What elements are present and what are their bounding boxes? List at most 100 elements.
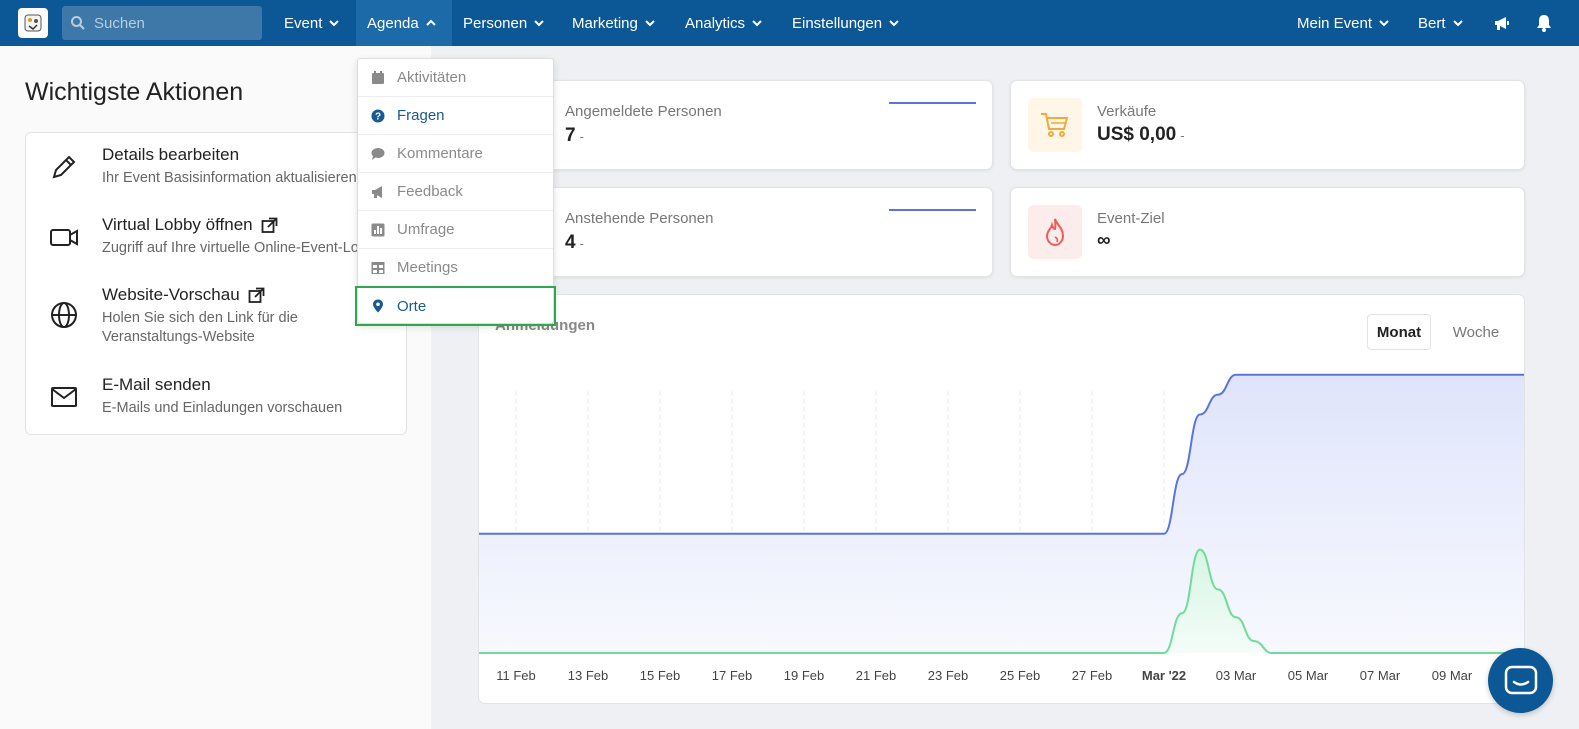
stat-card-goal[interactable]: Event-Ziel ∞ — [1010, 187, 1525, 277]
announcements-button[interactable] — [1485, 0, 1519, 46]
action-title-text: E-Mail senden — [102, 375, 211, 394]
action-title: Details bearbeiten — [102, 145, 239, 165]
x-tick-label: 19 Feb — [784, 668, 824, 683]
stat-trend: - — [579, 129, 584, 144]
stat-card-registered[interactable]: Angemeldete Personen 7- — [478, 80, 993, 170]
question-circle-icon: ? — [371, 109, 385, 122]
comment-icon — [371, 147, 385, 160]
x-tick-label: 27 Feb — [1072, 668, 1112, 683]
stat-card-pending[interactable]: Anstehende Personen 4- — [478, 187, 993, 277]
menu-item-meetings[interactable]: Meetings — [358, 249, 553, 287]
action-edit-details[interactable]: Details bearbeiten Ihr Event Basisinform… — [26, 145, 406, 205]
x-tick-label: 11 Feb — [496, 668, 536, 683]
menu-item-label: Fragen — [397, 107, 445, 124]
menu-item-aktivitaeten[interactable]: Aktivitäten — [358, 59, 553, 97]
series-area-0 — [479, 374, 1524, 653]
globe-icon — [51, 302, 77, 328]
nav-analytics[interactable]: Analytics — [674, 0, 774, 46]
menu-item-kommentare[interactable]: Kommentare — [358, 135, 553, 173]
external-link-icon — [248, 287, 265, 303]
app-logo[interactable] — [18, 8, 48, 38]
stat-trend: - — [1180, 128, 1185, 143]
nav-einstellungen[interactable]: Einstellungen — [781, 0, 911, 46]
nav-analytics-label: Analytics — [685, 14, 746, 32]
actions-card: Details bearbeiten Ihr Event Basisinform… — [25, 132, 407, 435]
sparkline — [889, 209, 976, 211]
poll-icon — [371, 223, 385, 236]
action-title-text: Virtual Lobby öffnen — [102, 215, 253, 234]
stat-value-number: 7 — [565, 125, 576, 146]
menu-item-umfrage[interactable]: Umfrage — [358, 211, 553, 249]
chevron-down-icon — [1379, 20, 1389, 27]
nav-event[interactable]: Event — [273, 0, 351, 46]
registrations-chart: 11 Feb 13 Feb 15 Feb 17 Feb 19 Feb 21 Feb 23 F… — [479, 373, 1524, 683]
action-desc-line: Veranstaltungs-Website — [102, 329, 255, 345]
stat-value-number: 4 — [565, 232, 576, 253]
action-virtual-lobby[interactable]: Virtual Lobby öffnen Zugriff auf Ihre vi… — [26, 215, 406, 275]
chat-launcher-button[interactable] — [1488, 648, 1553, 713]
envelope-icon — [51, 387, 77, 407]
x-tick-label: 25 Feb — [1000, 668, 1040, 683]
chat-icon — [1504, 665, 1537, 694]
search-box[interactable] — [62, 6, 262, 40]
action-title-text: Details bearbeiten — [102, 145, 240, 164]
chevron-down-icon — [752, 20, 762, 27]
search-icon — [71, 16, 85, 30]
x-tick-label: 03 Mar — [1216, 668, 1257, 683]
stat-value-number: US$ 0,00 — [1097, 124, 1177, 145]
menu-item-orte[interactable]: Orte — [355, 286, 556, 326]
nav-marketing[interactable]: Marketing — [561, 0, 667, 46]
x-tick-label: 23 Feb — [928, 668, 968, 683]
page-title: Wichtigste Aktionen — [25, 78, 244, 106]
notifications-button[interactable] — [1527, 0, 1561, 46]
search-input[interactable] — [94, 14, 254, 32]
shopping-cart-icon — [1041, 113, 1069, 137]
agenda-dropdown-menu: Aktivitäten ? Fragen Kommentare Feedback… — [355, 58, 556, 326]
menu-item-fragen[interactable]: ? Fragen — [358, 97, 553, 135]
action-website-preview[interactable]: Website-Vorschau Holen Sie sich den Link… — [26, 285, 406, 365]
stat-value: 4- — [565, 232, 584, 254]
nav-mein-event[interactable]: Mein Event — [1286, 0, 1401, 46]
action-send-email[interactable]: E-Mail senden E-Mails und Einladungen vo… — [26, 375, 406, 431]
bell-icon — [1537, 15, 1551, 32]
menu-item-feedback[interactable]: Feedback — [358, 173, 553, 211]
nav-event-label: Event — [284, 14, 323, 32]
nav-agenda[interactable]: Agenda — [356, 0, 452, 46]
menu-item-label: Aktivitäten — [397, 69, 467, 86]
sparkline — [889, 102, 976, 104]
x-tick-label: 13 Feb — [568, 668, 608, 683]
action-title: Website-Vorschau — [102, 285, 265, 305]
x-tick-label: 05 Mar — [1288, 668, 1329, 683]
x-tick-label: 09 Mar — [1432, 668, 1473, 683]
svg-text:?: ? — [375, 111, 381, 122]
nav-mein-event-label: Mein Event — [1297, 14, 1373, 32]
stat-value: ∞ — [1097, 230, 1111, 251]
stat-label: Angemeldete Personen — [565, 103, 722, 120]
nav-user-label: Bert — [1418, 14, 1446, 32]
chevron-down-icon — [534, 20, 544, 27]
registrations-chart-card: 11 Feb 13 Feb 15 Feb 17 Feb 19 Feb 21 Feb 23 F… — [478, 294, 1525, 704]
stat-label: Event-Ziel — [1097, 210, 1165, 227]
x-tick-label: 15 Feb — [640, 668, 680, 683]
chevron-down-icon — [889, 20, 899, 27]
megaphone-icon — [1495, 17, 1509, 30]
toggle-month-button[interactable]: Monat — [1367, 314, 1431, 350]
action-title-text: Website-Vorschau — [102, 285, 240, 304]
nav-personen[interactable]: Personen — [452, 0, 556, 46]
chevron-down-icon — [645, 20, 655, 27]
action-title: Virtual Lobby öffnen — [102, 215, 278, 235]
nav-user-menu[interactable]: Bert — [1407, 0, 1475, 46]
stat-label: Anstehende Personen — [565, 210, 714, 227]
map-pin-icon — [373, 299, 383, 313]
x-tick-label: Mar '22 — [1142, 668, 1186, 683]
stat-label: Verkäufe — [1097, 103, 1157, 120]
stat-value: US$ 0,00- — [1097, 124, 1185, 146]
nav-einstellungen-label: Einstellungen — [792, 14, 883, 32]
top-navbar: Event Agenda Personen Marketing Analytic… — [0, 0, 1579, 46]
x-tick-label: 07 Mar — [1360, 668, 1401, 683]
menu-item-label: Kommentare — [397, 145, 483, 162]
stat-card-sales[interactable]: Verkäufe US$ 0,00- — [1010, 80, 1525, 170]
stat-value: 7- — [565, 125, 584, 147]
toggle-week-button[interactable]: Woche — [1445, 314, 1507, 350]
nav-agenda-label: Agenda — [367, 14, 419, 32]
